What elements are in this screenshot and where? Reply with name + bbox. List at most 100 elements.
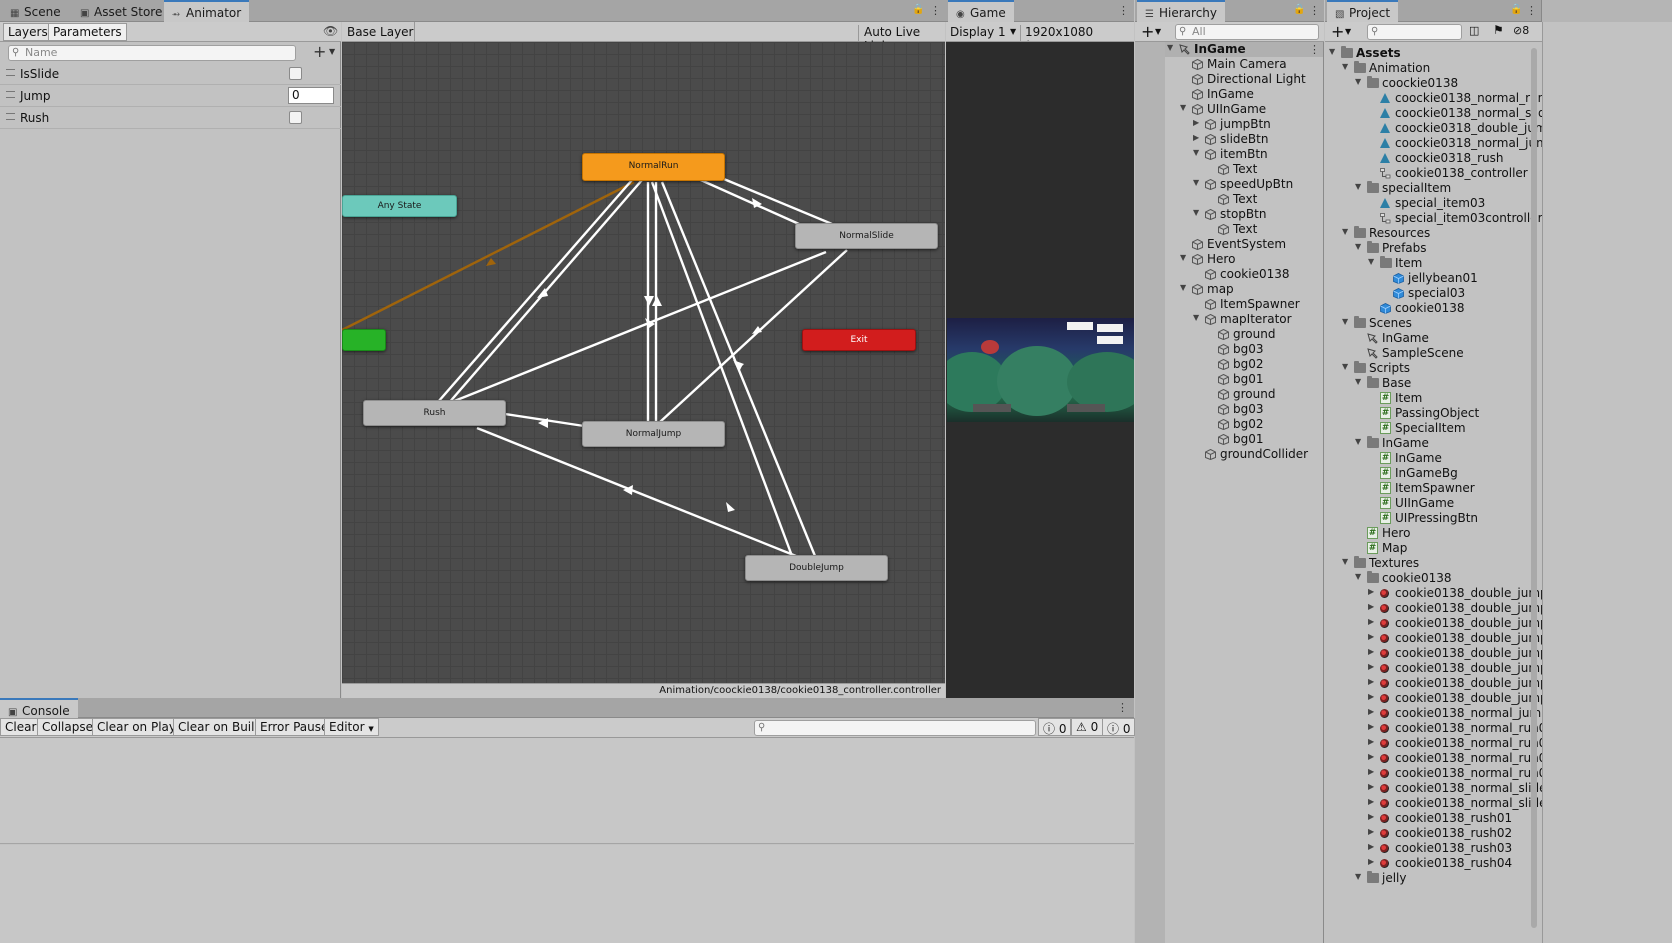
expand-arrow-down-icon[interactable]: ▼	[1355, 437, 1365, 446]
kebab-menu-icon[interactable]: ⋮	[1309, 43, 1320, 56]
expand-arrow-down-icon[interactable]: ▼	[1342, 557, 1352, 566]
state-exit[interactable]: Exit	[802, 329, 916, 351]
project-item-row[interactable]: # Map	[1325, 541, 1525, 556]
project-item-row[interactable]: ▼ Scenes	[1325, 316, 1525, 331]
tab-scene[interactable]: ▦ Scene	[2, 2, 69, 22]
expand-arrow-down-icon[interactable]: ▼	[1180, 103, 1190, 112]
hierarchy-item-row[interactable]: ▼ speedUpBtn	[1135, 177, 1323, 192]
expand-arrow-down-icon[interactable]: ▼	[1342, 62, 1352, 71]
display-dropdown[interactable]: Display 1	[950, 25, 1006, 39]
expand-arrow-right-icon[interactable]: ▶	[1368, 857, 1378, 866]
eye-icon[interactable]: 👁	[323, 24, 338, 38]
project-item-row[interactable]: ▼ coockie0138	[1325, 76, 1525, 91]
expand-arrow-right-icon[interactable]: ▶	[1368, 692, 1378, 701]
tab-asset-store[interactable]: ▣ Asset Store	[72, 2, 170, 22]
project-item-row[interactable]: jellybean01	[1325, 271, 1525, 286]
expand-arrow-down-icon[interactable]: ▼	[1342, 317, 1352, 326]
project-search-input[interactable]	[1367, 24, 1462, 40]
hierarchy-item-row[interactable]: Text	[1135, 222, 1323, 237]
console-search-input[interactable]	[754, 720, 1036, 736]
project-item-row[interactable]: # UIInGame	[1325, 496, 1525, 511]
hierarchy-item-row[interactable]: EventSystem	[1135, 237, 1323, 252]
kebab-menu-icon[interactable]: ⋮	[1526, 4, 1537, 17]
project-item-row[interactable]: ▶ cookie0138_normal_slide	[1325, 781, 1542, 796]
expand-arrow-right-icon[interactable]: ▶	[1368, 722, 1378, 731]
add-icon[interactable]: +	[1331, 22, 1344, 41]
expand-arrow-right-icon[interactable]: ▶	[1368, 632, 1378, 641]
kebab-menu-icon[interactable]: ⋮	[1117, 701, 1128, 714]
expand-arrow-right-icon[interactable]: ▶	[1368, 827, 1378, 836]
project-item-row[interactable]: coockie0138_normal_run	[1325, 91, 1542, 106]
error-count-toggle[interactable]: ⓘ 0	[1102, 718, 1136, 736]
project-item-row[interactable]: ▶ cookie0138_double_jump	[1325, 631, 1542, 646]
inspector-tab-stub[interactable]	[1541, 0, 1672, 22]
expand-arrow-right-icon[interactable]: ▶	[1368, 737, 1378, 746]
jump-int-field[interactable]: 0	[288, 87, 334, 104]
project-item-row[interactable]: ▶ cookie0138_double_jump	[1325, 601, 1542, 616]
project-item-row[interactable]: ▶ cookie0138_normal_run0	[1325, 766, 1542, 781]
expand-arrow-down-icon[interactable]: ▼	[1193, 148, 1203, 157]
expand-arrow-down-icon[interactable]: ▼	[1193, 313, 1203, 322]
project-item-row[interactable]: ▼ Animation	[1325, 61, 1525, 76]
expand-arrow-right-icon[interactable]: ▶	[1368, 647, 1378, 656]
chevron-down-icon[interactable]: ▼	[1010, 27, 1016, 36]
project-item-row[interactable]: ▶ cookie0138_normal_slide	[1325, 796, 1542, 811]
hidden-packages-icon[interactable]: ⊘8	[1513, 24, 1529, 37]
isslide-checkbox[interactable]	[289, 67, 302, 80]
project-item-row[interactable]: ▼ InGame	[1325, 436, 1525, 451]
project-item-row[interactable]: ▼ Resources	[1325, 226, 1525, 241]
project-item-row[interactable]: # UIPressingBtn	[1325, 511, 1525, 526]
expand-arrow-right-icon[interactable]: ▶	[1368, 752, 1378, 761]
breadcrumb[interactable]: Base Layer	[347, 25, 414, 39]
clear-button[interactable]: Clear	[0, 718, 42, 736]
console-log-area[interactable]	[0, 738, 1134, 844]
hierarchy-item-row[interactable]: bg02	[1135, 357, 1323, 372]
rush-checkbox[interactable]	[289, 111, 302, 124]
project-item-row[interactable]: special_item03	[1325, 196, 1525, 211]
project-item-row[interactable]: # Item	[1325, 391, 1525, 406]
hierarchy-item-row[interactable]: ▼ itemBtn	[1135, 147, 1323, 162]
hierarchy-item-row[interactable]: InGame	[1135, 87, 1323, 102]
project-item-row[interactable]: coockie0318_normal_jum	[1325, 136, 1542, 151]
project-item-row[interactable]: coockie0138_normal_slid	[1325, 106, 1542, 121]
project-item-row[interactable]: ▶ cookie0138_double_jump	[1325, 616, 1542, 631]
hierarchy-item-row[interactable]: bg01	[1135, 432, 1323, 447]
log-count-toggle[interactable]: ⓘ 0	[1038, 718, 1072, 736]
project-item-row[interactable]: ▶ cookie0138_rush03	[1325, 841, 1525, 856]
project-item-row[interactable]: ▶ cookie0138_rush02	[1325, 826, 1525, 841]
expand-arrow-down-icon[interactable]: ▼	[1329, 47, 1339, 56]
lock-icon[interactable]: 🔒	[1293, 4, 1305, 15]
project-item-row[interactable]: # InGameBg	[1325, 466, 1525, 481]
project-item-row[interactable]: coockie0318_double_jum	[1325, 121, 1542, 136]
hierarchy-item-row[interactable]: ItemSpawner	[1135, 297, 1323, 312]
project-item-row[interactable]: cookie0138	[1325, 301, 1525, 316]
project-item-row[interactable]: ▼ Scripts	[1325, 361, 1525, 376]
error-pause-button[interactable]: Error Pause	[255, 718, 334, 736]
project-item-row[interactable]: ▶ cookie0138_double_jump	[1325, 691, 1542, 706]
filter-by-type-icon[interactable]: ◫	[1469, 24, 1479, 37]
project-item-row[interactable]: cookie0138_controller	[1325, 166, 1528, 181]
state-normal-run[interactable]: NormalRun	[582, 153, 725, 181]
expand-arrow-right-icon[interactable]: ▶	[1368, 797, 1378, 806]
lock-icon[interactable]: 🔒	[912, 4, 924, 15]
expand-arrow-down-icon[interactable]: ▼	[1167, 43, 1177, 52]
project-item-row[interactable]: coockie0318_rush	[1325, 151, 1525, 166]
project-item-row[interactable]: ▼ Textures	[1325, 556, 1525, 571]
tab-animator[interactable]: ⥇ Animator	[164, 0, 250, 22]
expand-arrow-right-icon[interactable]: ▶	[1368, 707, 1378, 716]
hierarchy-item-row[interactable]: cookie0138	[1135, 267, 1323, 282]
kebab-menu-icon[interactable]: ⋮	[1309, 4, 1320, 17]
drag-handle-icon[interactable]	[6, 91, 15, 98]
project-item-row[interactable]: # SpecialItem	[1325, 421, 1525, 436]
project-item-row[interactable]: special_item03controller	[1325, 211, 1542, 226]
lock-icon[interactable]: 🔒	[1510, 4, 1522, 15]
expand-arrow-down-icon[interactable]: ▼	[1342, 362, 1352, 371]
expand-arrow-down-icon[interactable]: ▼	[1355, 242, 1365, 251]
expand-arrow-down-icon[interactable]: ▼	[1180, 253, 1190, 262]
hierarchy-item-row[interactable]: Directional Light	[1135, 72, 1323, 87]
add-icon[interactable]: +	[1141, 22, 1154, 41]
add-parameter-icon[interactable]: +	[313, 42, 326, 61]
hierarchy-item-row[interactable]: ground	[1135, 387, 1323, 402]
chevron-down-icon[interactable]: ▼	[329, 47, 335, 56]
project-item-row[interactable]: ▶ cookie0138_rush04	[1325, 856, 1525, 871]
